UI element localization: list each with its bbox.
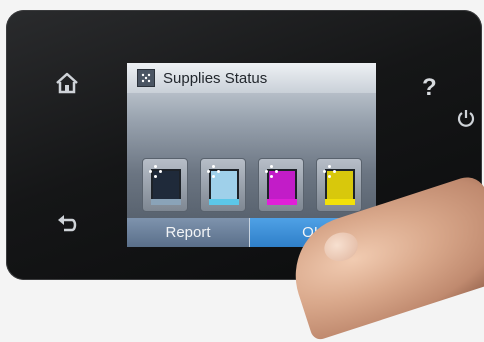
supplies-icon	[137, 69, 155, 87]
home-icon[interactable]	[54, 70, 80, 96]
power-icon[interactable]	[456, 108, 476, 128]
cartridge-yellow[interactable]	[316, 158, 362, 212]
cartridge-cyan[interactable]	[200, 158, 246, 212]
cartridge-row	[142, 158, 372, 216]
help-icon[interactable]: ?	[422, 74, 437, 102]
cartridge-magenta[interactable]	[258, 158, 304, 212]
page-title: Supplies Status	[163, 69, 268, 87]
report-button[interactable]: Report	[127, 218, 249, 247]
title-bar: Supplies Status	[127, 63, 376, 93]
cartridge-black[interactable]	[142, 158, 188, 212]
back-icon[interactable]	[56, 212, 80, 234]
fingernail	[320, 228, 362, 266]
